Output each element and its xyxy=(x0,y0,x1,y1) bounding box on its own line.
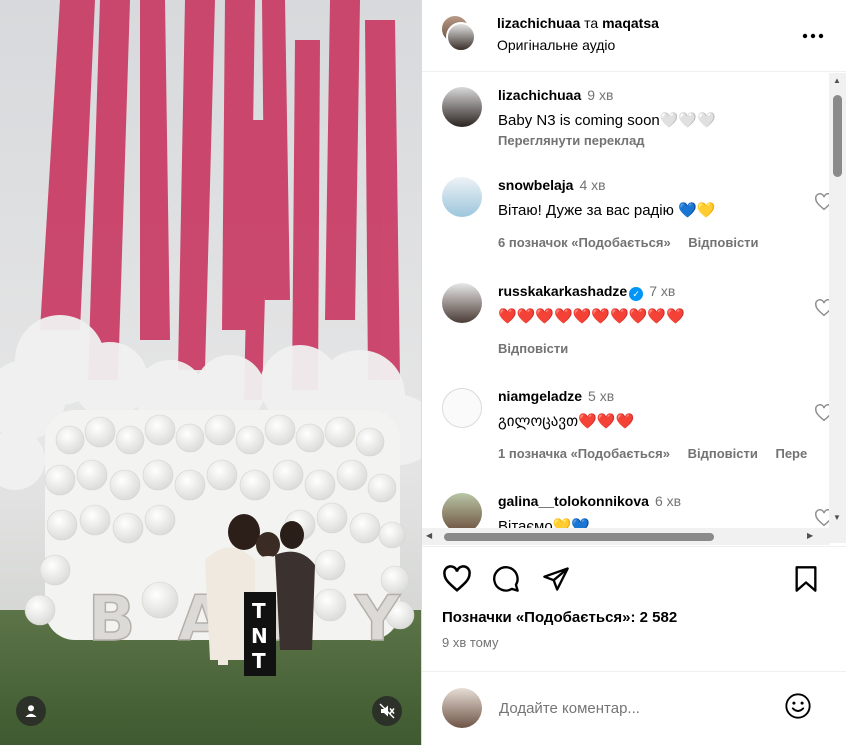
scroll-down-icon[interactable]: ▼ xyxy=(833,513,841,522)
caption-username[interactable]: lizachichuaa 9 хв xyxy=(498,87,613,103)
emoji-button[interactable] xyxy=(784,692,812,725)
tagged-users-button[interactable] xyxy=(16,696,46,726)
comment-username[interactable]: niamgeladze 5 хв xyxy=(498,388,614,404)
svg-text:B: B xyxy=(88,582,135,655)
scroll-right-icon[interactable]: ▶ xyxy=(807,531,813,540)
tnt-box-label: TNT xyxy=(251,599,268,673)
scrollbar-thumb[interactable] xyxy=(833,95,842,177)
more-options-button[interactable] xyxy=(802,22,824,45)
comment-time: 5 хв xyxy=(588,388,615,404)
caption-time: 9 хв xyxy=(587,87,614,103)
speaker-muted-icon xyxy=(379,703,395,719)
post-dialog: B A B Y TNT xyxy=(0,0,846,745)
avatar[interactable] xyxy=(442,177,482,217)
avatar xyxy=(442,688,482,728)
comment-likes-count[interactable]: 1 позначка «Подобається» xyxy=(498,446,670,461)
scroll-up-icon[interactable]: ▲ xyxy=(833,76,841,85)
comment-username[interactable]: snowbelaja 4 хв xyxy=(498,177,606,193)
post-video[interactable]: B A B Y TNT xyxy=(0,0,421,745)
svg-text:N: N xyxy=(251,624,268,648)
scroll-left-icon[interactable]: ◀ xyxy=(426,531,432,540)
vertical-scrollbar[interactable]: ▲ ▼ xyxy=(829,73,846,543)
avatar[interactable] xyxy=(446,22,476,52)
comment-meta: 6 позначок «Подобається» Відповісти xyxy=(498,235,773,250)
comment-time: 6 хв xyxy=(654,493,682,509)
comment-bubble-icon[interactable] xyxy=(492,565,520,593)
avatar[interactable] xyxy=(442,87,482,127)
avatar[interactable] xyxy=(442,388,482,428)
comment-text: Вітаю! Дуже за вас радію 💙💛 xyxy=(498,202,716,219)
user-icon xyxy=(25,705,37,717)
author-conjunction: та xyxy=(584,15,599,31)
like-heart-icon[interactable] xyxy=(442,565,472,593)
likes-count[interactable]: Позначки «Подобається»: 2 582 xyxy=(442,609,677,626)
more-dots-icon xyxy=(802,33,824,39)
comment-meta: Відповісти xyxy=(498,341,582,356)
comment-time: 7 хв xyxy=(649,283,676,299)
share-send-icon[interactable] xyxy=(542,565,570,593)
reply-button[interactable]: Відповісти xyxy=(688,235,758,250)
coauthor-link[interactable]: maqatsa xyxy=(602,15,659,31)
svg-text:T: T xyxy=(252,649,266,673)
reply-button[interactable]: Відповісти xyxy=(688,446,758,461)
comment-likes-count[interactable]: 6 позначок «Подобається» xyxy=(498,235,671,250)
post-authors: lizachichuaa та maqatsa xyxy=(497,15,659,31)
comment-username[interactable]: galina__tolokonnikova 6 хв xyxy=(498,493,681,509)
avatar[interactable] xyxy=(442,493,482,533)
scrollbar-thumb[interactable] xyxy=(444,533,714,541)
verified-badge-icon: ✓ xyxy=(629,287,644,301)
comment-username[interactable]: russkakarkashadze ✓ 7 хв xyxy=(498,283,675,301)
video-frame: B A B Y TNT xyxy=(0,0,421,745)
horizontal-scrollbar[interactable]: ◀ ▶ xyxy=(422,528,830,545)
emoji-smiley-icon xyxy=(785,693,811,719)
svg-text:Y: Y xyxy=(354,582,401,655)
comment-input[interactable] xyxy=(499,700,759,717)
comments-list[interactable]: lizachichuaa 9 хв Baby N3 is coming soon🤍… xyxy=(422,73,846,543)
post-actions: Позначки «Подобається»: 2 582 9 хв тому xyxy=(422,546,846,745)
mute-button[interactable] xyxy=(372,696,402,726)
reply-button[interactable]: Відповісти xyxy=(498,341,568,356)
add-comment-bar xyxy=(422,671,846,745)
translate-link[interactable]: Переглянути переклад xyxy=(498,133,645,148)
audio-link[interactable]: Оригінальне аудіо xyxy=(497,37,615,53)
see-translation-link[interactable]: Пере xyxy=(775,446,807,461)
post-header: lizachichuaa та maqatsa Оригінальне ауді… xyxy=(422,0,846,72)
comment-text: გილოცავთ❤️❤️❤️ xyxy=(498,413,635,430)
avatar[interactable] xyxy=(442,283,482,323)
comment-time: 4 хв xyxy=(579,177,606,193)
svg-text:T: T xyxy=(252,599,266,623)
comment-meta: 1 позначка «Подобається» Відповісти Пере xyxy=(498,446,821,461)
bookmark-save-icon[interactable] xyxy=(794,565,818,593)
post-side-panel: lizachichuaa та maqatsa Оригінальне ауді… xyxy=(421,0,846,745)
post-time-ago[interactable]: 9 хв тому xyxy=(442,635,498,650)
author-link[interactable]: lizachichuaa xyxy=(497,15,580,31)
caption-text: Baby N3 is coming soon🤍🤍🤍 xyxy=(498,112,716,129)
comment-text: ❤️❤️❤️❤️❤️❤️❤️❤️❤️❤️ xyxy=(498,308,685,325)
